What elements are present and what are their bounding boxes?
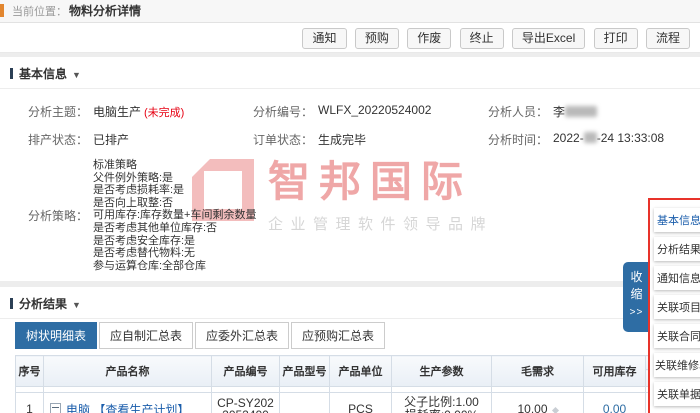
- collapse-caret-icon[interactable]: ▼: [72, 70, 81, 80]
- redacted-month: [584, 132, 597, 143]
- collapse-char: 收: [630, 270, 642, 284]
- menu-item-related-project[interactable]: 关联项目: [654, 295, 700, 319]
- print-button[interactable]: 打印: [594, 28, 638, 49]
- strategy-line: 父件例外策略:是: [93, 172, 256, 185]
- col-product-code: 产品编号: [212, 356, 280, 387]
- schedule-status-label: 排产状态：: [0, 131, 88, 148]
- available-stock-cell[interactable]: 0.00: [584, 393, 646, 413]
- section-anchor-menu: 基本信息 分析结果 通知信息 关联项目 关联合同 关联维修单 关联单据: [648, 198, 700, 413]
- tab-self-made-summary[interactable]: 应自制汇总表: [99, 322, 193, 349]
- marker-icon: [551, 407, 558, 413]
- analysis-result-panel: 分析结果 ▼ 树状明细表应自制汇总表应委外汇总表应预购汇总表 序号 产品名称 产品…: [0, 287, 700, 413]
- order-status-value: 生成完毕: [318, 131, 366, 148]
- strategy-line: 是否向上取整:否: [93, 197, 256, 210]
- page-title: 物料分析详情: [69, 4, 141, 18]
- tab-outsource-summary[interactable]: 应委外汇总表: [195, 322, 289, 349]
- strategy-line: 标准策略: [93, 159, 256, 172]
- menu-item-related-documents[interactable]: 关联单据: [654, 382, 700, 406]
- table-row: 1 电脑 【查看生产计划】 CP-SY2022052400 PCS 父子比例:1…: [16, 393, 700, 413]
- tab-tree-detail[interactable]: 树状明细表: [15, 322, 97, 349]
- void-button[interactable]: 作废: [407, 28, 451, 49]
- analysis-time-value: 2022--24 13:33:08: [553, 131, 664, 148]
- basic-info-header[interactable]: 基本信息 ▼: [0, 57, 700, 89]
- product-name-cell[interactable]: 电脑 【查看生产计划】: [44, 393, 212, 413]
- menu-item-related-contract[interactable]: 关联合同: [654, 324, 700, 348]
- section-bar-icon: [10, 68, 13, 79]
- redacted-analyst-name: [565, 106, 597, 117]
- col-product-model: 产品型号: [280, 356, 330, 387]
- row-index: 1: [16, 393, 44, 413]
- breadcrumb-prefix: 当前位置：: [12, 6, 67, 18]
- menu-item-basic-info[interactable]: 基本信息: [654, 208, 700, 232]
- product-model-cell: [280, 393, 330, 413]
- strategy-line: 是否考虑其他单位库存:否: [93, 222, 256, 235]
- col-index: 序号: [16, 356, 44, 387]
- breadcrumb: 当前位置：物料分析详情: [0, 0, 700, 23]
- col-product-name: 产品名称: [44, 356, 212, 387]
- analysis-no-label: 分析编号：: [225, 103, 313, 120]
- basic-info-fields: 分析主题： 电脑生产(未完成) 分析编号： WLFX_20220524002 分…: [0, 89, 700, 272]
- col-product-unit: 产品单位: [330, 356, 392, 387]
- col-available-stock: 可用库存: [584, 356, 646, 387]
- tree-collapse-icon[interactable]: [50, 403, 61, 413]
- gross-demand-cell: 10.00: [492, 393, 584, 413]
- analysis-no-value: WLFX_20220524002: [318, 103, 431, 120]
- menu-item-analysis-result[interactable]: 分析结果: [654, 237, 700, 261]
- analysis-subject-value: 电脑生产(未完成): [93, 103, 184, 120]
- collapse-char: 缩: [630, 287, 642, 301]
- schedule-status-value: 已排产: [93, 131, 129, 148]
- strategy-line: 是否考虑安全库存:是: [93, 235, 256, 248]
- export-excel-button[interactable]: 导出Excel: [512, 28, 585, 49]
- basic-info-title: 基本信息: [19, 67, 67, 81]
- terminate-button[interactable]: 终止: [460, 28, 504, 49]
- order-status-label: 订单状态：: [225, 131, 313, 148]
- product-unit-cell: PCS: [330, 393, 392, 413]
- strategy-lines: 标准策略 父件例外策略:是 是否考虑损耗率:是 是否向上取整:否 可用库存:库存…: [93, 159, 256, 272]
- analysis-result-title: 分析结果: [19, 297, 67, 311]
- product-code-cell: CP-SY2022052400: [212, 393, 280, 413]
- analysis-result-header[interactable]: 分析结果 ▼: [0, 287, 700, 319]
- flow-button[interactable]: 流程: [646, 28, 690, 49]
- strategy-line: 是否考虑损耗率:是: [93, 184, 256, 197]
- analysis-subject-label: 分析主题：: [0, 103, 88, 120]
- result-table: 序号 产品名称 产品编号 产品型号 产品单位 生产参数 毛需求 可用库存 应自制…: [15, 355, 700, 413]
- material-analysis-detail-page: 当前位置：物料分析详情 通知 预购 作废 终止 导出Excel 打印 流程 智邦…: [0, 0, 700, 413]
- tab-prepurchase-summary[interactable]: 应预购汇总表: [291, 322, 385, 349]
- analyst-label: 分析人员：: [460, 103, 548, 120]
- strategy-line: 是否考虑替代物料:无: [93, 247, 256, 260]
- collapse-caret-icon[interactable]: ▼: [72, 300, 81, 310]
- analyst-value: 李: [553, 103, 597, 120]
- section-bar-icon: [10, 298, 13, 309]
- strategy-line: 参与运算仓库:全部仓库: [93, 260, 256, 273]
- analysis-time-label: 分析时间：: [460, 131, 548, 148]
- action-toolbar: 通知 预购 作废 终止 导出Excel 打印 流程: [0, 23, 700, 53]
- menu-item-notice-info[interactable]: 通知信息: [654, 266, 700, 290]
- double-arrow-icon: >>: [630, 307, 644, 318]
- production-params-cell: 父子比例:1.00损耗率:0.00%: [392, 393, 492, 413]
- collapse-sidebar-button[interactable]: 收 缩 >>: [623, 262, 650, 332]
- product-name-link[interactable]: 电脑: [66, 403, 90, 413]
- col-production-params: 生产参数: [392, 356, 492, 387]
- location-icon: [0, 4, 4, 17]
- unfinished-flag: (未完成): [144, 107, 184, 119]
- result-tabs: 树状明细表应自制汇总表应委外汇总表应预购汇总表: [0, 322, 700, 349]
- menu-item-related-repair-order[interactable]: 关联维修单: [654, 353, 700, 377]
- col-gross-demand: 毛需求: [492, 356, 584, 387]
- strategy-line: 可用库存:库存数量+车间剩余数量: [93, 209, 256, 222]
- prepurchase-button[interactable]: 预购: [355, 28, 399, 49]
- notify-button[interactable]: 通知: [302, 28, 346, 49]
- view-production-plan-link[interactable]: 【查看生产计划】: [93, 403, 189, 413]
- strategy-label: 分析策略：: [0, 207, 88, 224]
- basic-info-panel: 智邦国际 企业管理软件领导品牌 基本信息▼ 分析主题： 电脑生产(未完成) 分析…: [0, 57, 700, 281]
